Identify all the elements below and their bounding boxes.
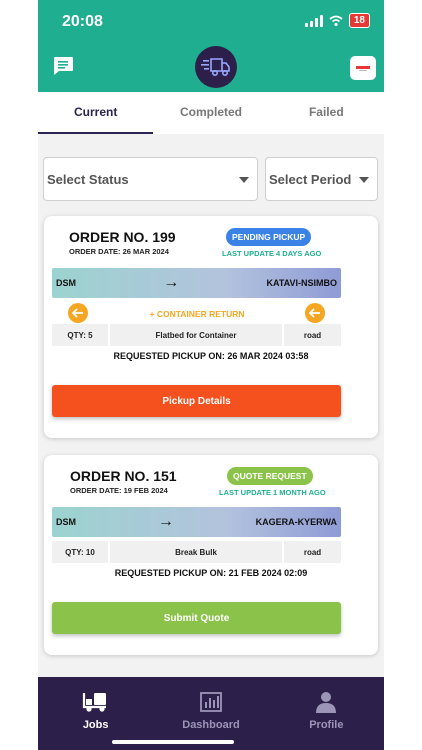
- status-time: 20:08: [62, 13, 103, 30]
- quantity: QTY: 10: [52, 541, 108, 563]
- delivery-truck-logo: [195, 46, 237, 88]
- nav-label-dashboard: Dashboard: [182, 719, 240, 731]
- period-select-value: Select Period: [269, 171, 352, 187]
- chat-icon[interactable]: [52, 56, 74, 76]
- nav-label-profile: Profile: [309, 719, 344, 731]
- last-update: LAST UPDATE 1 MONTH AGO: [219, 488, 326, 497]
- route-origin: DSM: [56, 278, 76, 288]
- tab-current[interactable]: Current: [38, 92, 154, 134]
- pickup-details-button[interactable]: Pickup Details: [52, 385, 341, 417]
- truck-type: Break Bulk: [110, 541, 282, 563]
- order-card: ORDER NO. 199 ORDER DATE: 26 MAR 2024 PE…: [44, 216, 378, 438]
- notification-flag-icon: [354, 63, 372, 73]
- arrow-left-icon[interactable]: [305, 303, 325, 323]
- app-screen: 20:08 18 Current Completed Failed Select…: [38, 0, 384, 750]
- tab-completed[interactable]: Completed: [153, 92, 268, 134]
- nav-label-jobs: Jobs: [82, 719, 109, 731]
- quantity: QTY: 5: [52, 324, 108, 346]
- order-number: ORDER NO. 199: [69, 229, 176, 245]
- nav-item-profile[interactable]: Profile: [269, 677, 384, 750]
- arrow-right-icon: →: [163, 274, 180, 291]
- notification-icon[interactable]: [350, 56, 376, 80]
- route-destination: KATAVI-NSIMBO: [266, 278, 338, 288]
- tab-failed[interactable]: Failed: [269, 92, 384, 134]
- route-origin: DSM: [56, 517, 76, 527]
- submit-quote-button[interactable]: Submit Quote: [52, 602, 341, 634]
- truck-type: Flatbed for Container: [110, 324, 282, 346]
- route-bar: DSM → KAGERA-KYERWA: [52, 507, 341, 537]
- truck-logo-icon: [201, 58, 230, 77]
- order-tabs: Current Completed Failed: [38, 92, 384, 134]
- person-icon: [316, 692, 337, 713]
- app-header: 20:08 18: [38, 0, 384, 92]
- home-indicator: [112, 740, 234, 744]
- period-select[interactable]: Select Period: [265, 157, 378, 201]
- transport-mode: road: [284, 324, 341, 346]
- route-destination: KAGERA-KYERWA: [255, 517, 337, 527]
- wifi-icon: [329, 15, 343, 26]
- requested-pickup: REQUESTED PICKUP ON: 21 FEB 2024 02:09: [114, 568, 308, 578]
- order-date: ORDER DATE: 26 MAR 2024: [69, 247, 169, 256]
- route-bar: DSM → KATAVI-NSIMBO: [52, 268, 341, 298]
- order-number: ORDER NO. 151: [70, 468, 177, 484]
- status-badge: QUOTE REQUEST: [227, 467, 313, 485]
- chart-icon: [200, 692, 222, 712]
- truck-icon: [82, 693, 106, 712]
- status-select-value: Select Status: [47, 171, 129, 187]
- last-update: LAST UPDATE 4 DAYS AGO: [222, 249, 322, 258]
- transport-mode: road: [284, 541, 341, 563]
- battery-indicator: 18: [348, 13, 370, 28]
- order-details-row: QTY: 10 Break Bulk road: [52, 541, 341, 563]
- arrow-right-icon: →: [157, 513, 174, 530]
- requested-pickup: REQUESTED PICKUP ON: 26 MAR 2024 03:58: [113, 351, 309, 361]
- order-card: ORDER NO. 151 ORDER DATE: 19 FEB 2024 QU…: [44, 455, 378, 655]
- chevron-down-icon: [239, 177, 249, 183]
- chevron-down-icon: [359, 177, 369, 183]
- order-date: ORDER DATE: 19 FEB 2024: [70, 486, 168, 495]
- signal-icon: [304, 14, 323, 27]
- order-details-row: QTY: 5 Flatbed for Container road: [52, 324, 341, 346]
- status-select[interactable]: Select Status: [43, 157, 258, 201]
- status-badge: PENDING PICKUP: [226, 228, 312, 246]
- status-icons: 18: [304, 13, 370, 28]
